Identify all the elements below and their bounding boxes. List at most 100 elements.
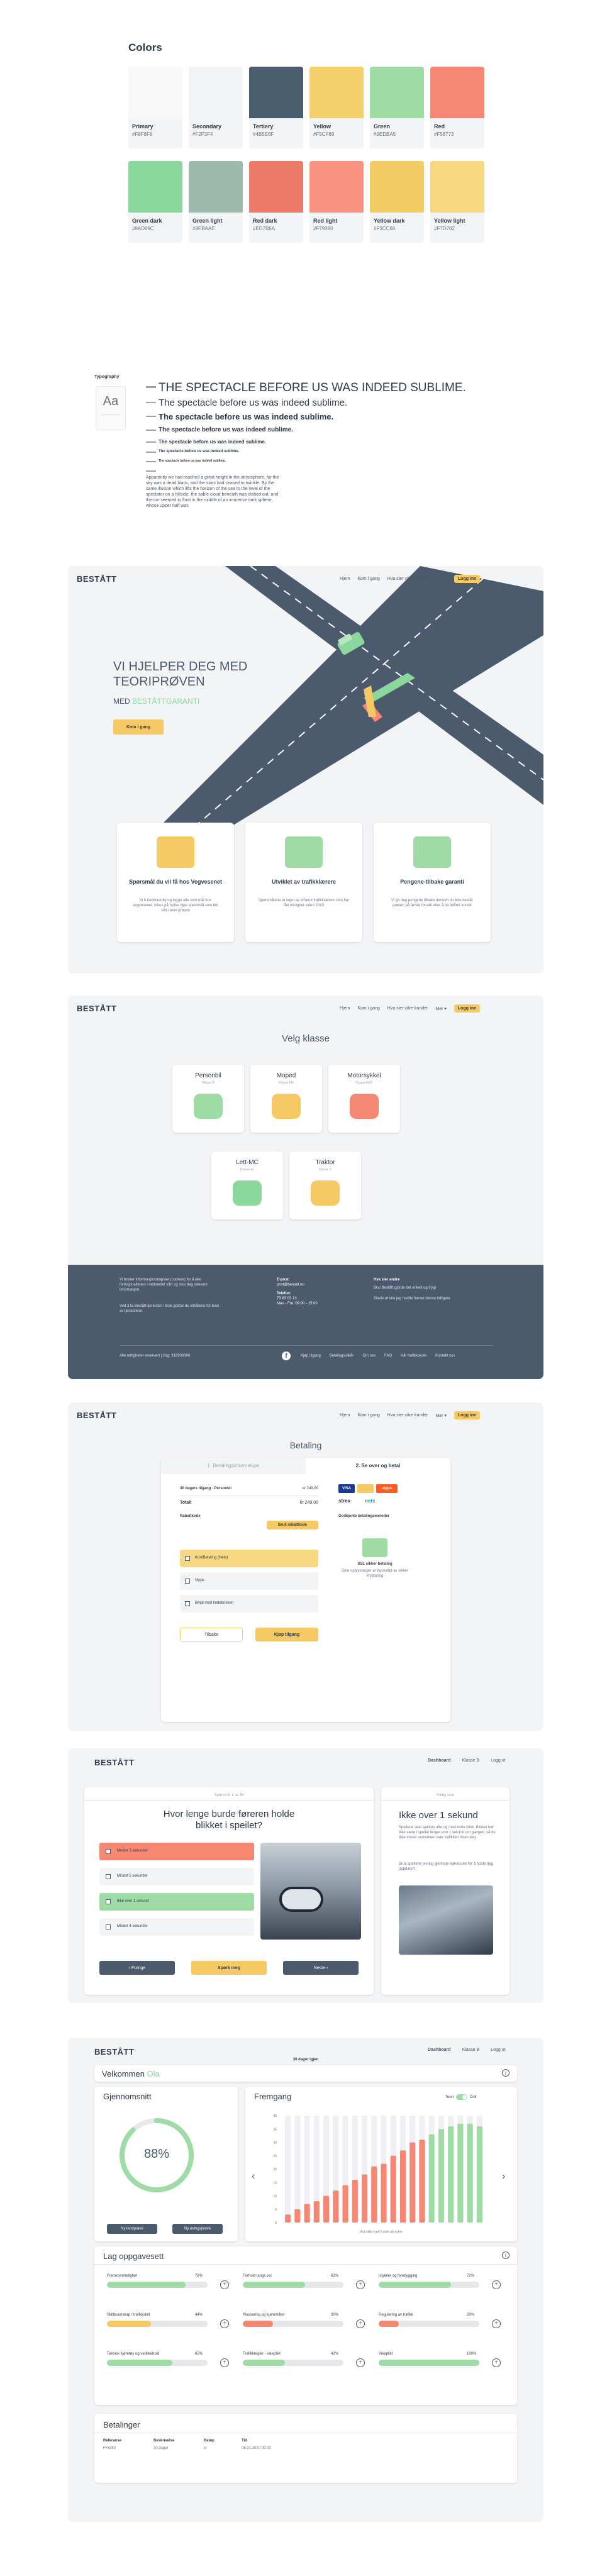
class-card[interactable]: Motorsykkel Klasse A/A1 <box>328 1065 400 1133</box>
chevron-left-icon[interactable]: ‹ <box>252 2171 255 2182</box>
new-practice-test-button[interactable]: Ny øvingsprøve <box>172 2224 223 2234</box>
secure-lock-icon <box>362 1538 387 1557</box>
payment-method-option[interactable]: Betal med kodebrikken <box>180 1595 318 1613</box>
footer-email[interactable]: post@bestatt.no <box>277 1282 318 1287</box>
answer-option[interactable]: Ikke over 1 sekund <box>99 1893 254 1911</box>
chart-toggle[interactable]: Teori Drill <box>445 2094 476 2100</box>
nav-dashboard[interactable]: Dashboard <box>428 2048 451 2052</box>
answer-option[interactable]: Mindst 5 sekunder <box>99 1868 254 1885</box>
login-button[interactable]: Logg inn <box>454 1411 481 1419</box>
class-card[interactable]: Lett-MC Klasse A1 <box>211 1152 283 1219</box>
add-icon[interactable]: + <box>220 2358 229 2367</box>
brand-logo[interactable]: BESTÅTT <box>77 1003 116 1014</box>
copyright: Alle rettigheter reservert | Org: 918900… <box>120 1354 191 1358</box>
discount-button[interactable]: Bruk rabattkode <box>267 1521 318 1530</box>
back-button[interactable]: Tilbake <box>180 1628 243 1641</box>
footer-link[interactable]: Om oss <box>362 1354 376 1358</box>
nav-more[interactable]: Mer ▾ <box>435 1413 447 1418</box>
add-icon[interactable]: + <box>356 2358 365 2367</box>
task-name: Teknisk kjøretøy og vedlikehold <box>107 2352 160 2356</box>
info-icon[interactable]: i <box>502 2069 510 2077</box>
nav-logout[interactable]: Logg ut <box>491 2048 505 2052</box>
footer-link[interactable]: Kontakt oss <box>435 1354 455 1358</box>
add-icon[interactable]: + <box>356 2319 365 2328</box>
y-tick-label: 25 <box>273 2155 277 2158</box>
brand-logo[interactable]: BESTÅTT <box>94 1757 134 1768</box>
answer-option[interactable]: Mindst 4 sekunder <box>99 1918 254 1936</box>
footer-link[interactable]: Kjøp tilgang <box>301 1354 321 1358</box>
nav-get-started[interactable]: Kom i gang <box>357 577 379 581</box>
skip-button[interactable]: Spørk meg <box>191 1961 267 1975</box>
payment-method-option[interactable]: Vipps <box>180 1572 318 1590</box>
nav-reviews[interactable]: Hva sier våre kunder <box>387 577 428 581</box>
add-icon[interactable]: + <box>492 2280 501 2289</box>
nav-home[interactable]: Hjem <box>340 1006 350 1011</box>
chevron-right-icon[interactable]: › <box>502 2171 505 2182</box>
brand-logo[interactable]: BESTÅTT <box>77 574 116 585</box>
prev-button[interactable]: ‹ Forrige <box>99 1961 175 1975</box>
color-name: Red light <box>313 218 338 224</box>
chart-bar <box>285 2214 291 2223</box>
class-card[interactable]: Personbil Klasse B <box>172 1065 244 1133</box>
class-card[interactable]: Traktor Klasse T <box>289 1152 361 1219</box>
task-progress-bar <box>379 2360 479 2366</box>
footer-link[interactable]: Betalingsvilkår <box>330 1354 354 1358</box>
nav-class[interactable]: Klasse B <box>462 1758 480 1763</box>
login-button[interactable]: Logg inn <box>454 575 481 583</box>
color-name: Yellow light <box>434 218 465 224</box>
answer-option[interactable]: Mindst 3 sekunder <box>99 1843 254 1860</box>
checkbox[interactable] <box>106 1899 111 1904</box>
radio-button[interactable] <box>185 1579 190 1584</box>
nav-home[interactable]: Hjem <box>340 577 350 581</box>
nav-class[interactable]: Klasse B <box>462 2048 480 2052</box>
info-icon[interactable]: i <box>502 2251 510 2259</box>
heading-h7: The spectacle before us was indeed subli… <box>159 459 226 463</box>
radio-button[interactable] <box>185 1556 190 1561</box>
nav-dashboard[interactable]: Dashboard <box>428 1758 451 1763</box>
add-icon[interactable]: + <box>220 2319 229 2328</box>
radio-button[interactable] <box>185 1601 190 1606</box>
brand-logo[interactable]: BESTÅTT <box>94 2046 134 2058</box>
checkbox[interactable] <box>106 1924 111 1929</box>
color-chip <box>249 67 303 118</box>
login-button[interactable]: Logg inn <box>454 1004 481 1013</box>
nav-get-started[interactable]: Kom i gang <box>357 1413 379 1418</box>
checkbox[interactable] <box>106 1874 111 1879</box>
footer-phone[interactable]: 73 83 03 13 <box>277 1296 318 1301</box>
nav-reviews[interactable]: Hva sier våre kunder <box>387 1006 428 1011</box>
color-chip <box>128 67 182 118</box>
checkbox[interactable] <box>106 1849 111 1854</box>
nav-more[interactable]: Mer ▾ <box>435 577 447 582</box>
divider <box>94 2264 517 2265</box>
add-icon[interactable]: + <box>492 2358 501 2367</box>
tab-payment-info[interactable]: 1. Betalingsinformasjon <box>161 1458 306 1474</box>
class-card[interactable]: Moped Klasse AM <box>250 1065 322 1133</box>
buy-button[interactable]: Kjøp tilgang <box>255 1628 318 1641</box>
footer-link[interactable]: Vår trafikkskole <box>401 1354 426 1358</box>
toggle-switch[interactable] <box>456 2094 468 2100</box>
nav-reviews[interactable]: Hva sier våre kunder <box>387 1413 428 1418</box>
nav-more[interactable]: Mer ▾ <box>435 1006 447 1011</box>
color-name: Yellow dark <box>374 218 405 224</box>
nav-logout[interactable]: Logg ut <box>491 1758 505 1763</box>
footer-link[interactable]: FAQ <box>384 1354 392 1358</box>
task-progress-bar <box>107 2321 208 2327</box>
footer-links: Kjøp tilgang Betalingsvilkår Om oss FAQ … <box>301 1354 455 1358</box>
color-hex: #4B5E6F <box>253 131 274 137</box>
add-icon[interactable]: + <box>492 2319 501 2328</box>
main-nav: Hjem Kom i gang Hva sier våre kunder Mer… <box>340 1004 481 1013</box>
brand-logo[interactable]: BESTÅTT <box>77 1410 116 1421</box>
nav-get-started[interactable]: Kom i gang <box>357 1006 379 1011</box>
add-icon[interactable]: + <box>356 2280 365 2289</box>
class-sub: Klasse T <box>319 1168 331 1172</box>
task-item: Trafikkregler - vikeplikt 42% + <box>243 2352 366 2377</box>
new-theory-test-button[interactable]: Ny teoriprøve <box>107 2224 157 2234</box>
payment-method-option[interactable]: Kort/Betaling (Nets) <box>180 1550 318 1567</box>
cta-button[interactable]: Kom i gang <box>113 719 164 735</box>
add-icon[interactable]: + <box>220 2280 229 2289</box>
nav-home[interactable]: Hjem <box>340 1413 350 1418</box>
tab-review-pay[interactable]: 2. Se over og betal <box>306 1458 450 1474</box>
next-button[interactable]: Neste › <box>283 1961 359 1975</box>
chart-bar <box>313 2201 320 2223</box>
facebook-icon[interactable]: f <box>282 1352 291 1360</box>
